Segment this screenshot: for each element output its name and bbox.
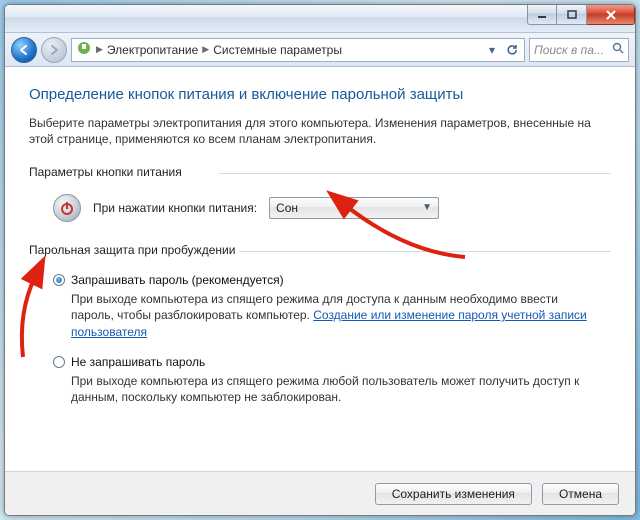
radio-require-password: Запрашивать пароль (рекомендуется) При в… [53, 272, 611, 340]
breadcrumb-sep-icon: ▶ [96, 44, 103, 55]
radio-no-password: Не запрашивать пароль При выходе компьют… [53, 354, 611, 406]
search-icon [612, 42, 624, 57]
button-bar: Сохранить изменения Отмена [5, 471, 635, 515]
breadcrumb-current[interactable]: Системные параметры [213, 43, 342, 57]
dropdown-selected-value: Сон [276, 200, 298, 216]
refresh-icon[interactable] [504, 42, 520, 58]
radio-require-password-desc: При выходе компьютера из спящего режима … [71, 291, 603, 340]
control-panel-icon [76, 40, 92, 59]
radio-no-password-input[interactable] [53, 356, 65, 368]
titlebar [5, 5, 635, 33]
power-icon [53, 194, 81, 222]
page-title: Определение кнопок питания и включение п… [29, 85, 611, 105]
content-pane: Определение кнопок питания и включение п… [5, 67, 635, 471]
address-bar[interactable]: ▶ Электропитание ▶ Системные параметры ▾ [71, 38, 525, 62]
save-button[interactable]: Сохранить изменения [375, 483, 532, 505]
power-button-action-dropdown[interactable]: Сон ▼ [269, 197, 439, 219]
group-power-button-legend: Параметры кнопки питания [29, 164, 611, 180]
address-dropdown-icon[interactable]: ▾ [484, 42, 500, 58]
power-button-action-row: При нажатии кнопки питания: Сон ▼ [53, 194, 611, 222]
minimize-button[interactable] [527, 5, 557, 25]
cancel-button[interactable]: Отмена [542, 483, 619, 505]
radio-no-password-desc: При выходе компьютера из спящего режима … [71, 373, 603, 405]
search-box[interactable]: Поиск в па... [529, 38, 629, 62]
group-password-protect-legend: Парольная защита при пробуждении [29, 242, 611, 258]
back-button[interactable] [11, 37, 37, 63]
radio-require-password-input[interactable] [53, 274, 65, 286]
radio-no-password-label[interactable]: Не запрашивать пароль [71, 354, 205, 370]
close-button[interactable] [587, 5, 635, 25]
search-placeholder: Поиск в па... [534, 43, 604, 57]
power-button-action-label: При нажатии кнопки питания: [93, 200, 257, 216]
page-intro: Выберите параметры электропитания для эт… [29, 115, 611, 147]
window-frame: ▶ Электропитание ▶ Системные параметры ▾… [4, 4, 636, 516]
radio-require-password-label[interactable]: Запрашивать пароль (рекомендуется) [71, 272, 284, 288]
explorer-navbar: ▶ Электропитание ▶ Системные параметры ▾… [5, 33, 635, 67]
breadcrumb-root[interactable]: Электропитание [107, 43, 198, 57]
chevron-down-icon: ▼ [422, 201, 432, 215]
forward-button[interactable] [41, 37, 67, 63]
breadcrumb-sep-icon: ▶ [202, 44, 209, 55]
maximize-button[interactable] [557, 5, 587, 25]
